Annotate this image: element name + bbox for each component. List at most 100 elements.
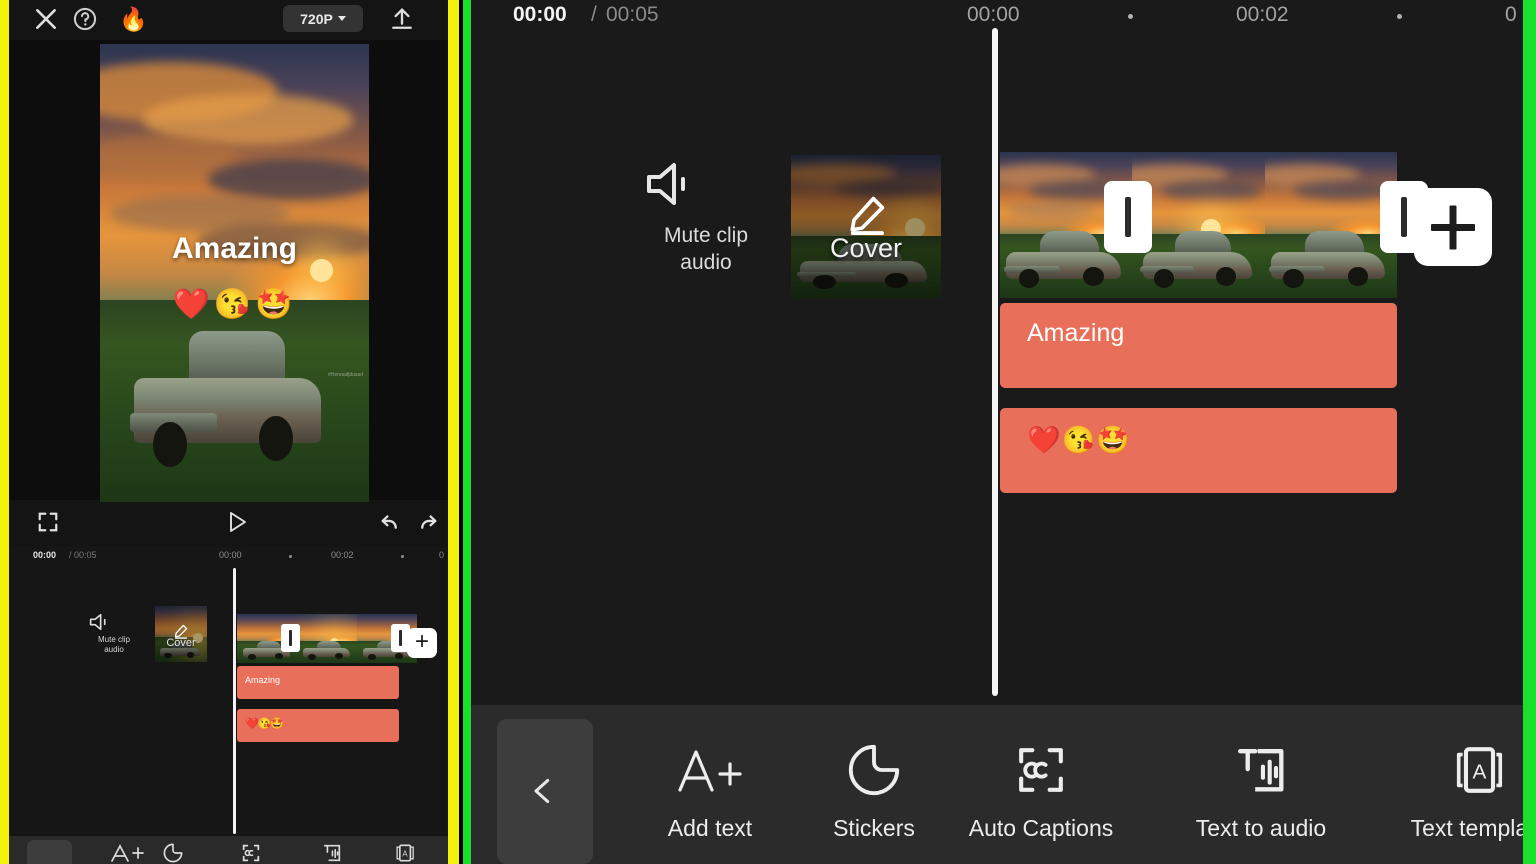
total-duration: 00:05 xyxy=(606,3,659,26)
preview-watermark-small: #Heresafjdusarl xyxy=(327,372,363,379)
mirror-timeline[interactable]: 00:00 / 00:05 00:00 00:02 0 Mute clip au… xyxy=(9,546,448,834)
mirror-emoji-clip-label: ❤️😘🤩 xyxy=(245,718,284,730)
mirror-tick-2: 00:02 xyxy=(331,550,354,560)
mute-label-line-1: Mute clip xyxy=(663,224,749,247)
help-circle-icon[interactable] xyxy=(72,6,98,32)
trim-handle-left[interactable] xyxy=(1104,181,1152,253)
cover-label: Cover xyxy=(829,233,903,263)
mirror-captions-icon[interactable] xyxy=(235,842,267,864)
mirror-preview-area: Amazing ❤️😘🤩 #Heresafjdusarl xyxy=(9,40,448,502)
mirror-text-clip[interactable]: Amazing xyxy=(237,666,399,699)
text-to-audio-icon xyxy=(1238,748,1284,792)
tool-label: Auto Captions xyxy=(968,815,1114,841)
emoji-clip-label: ❤️😘🤩 xyxy=(1027,425,1131,455)
preview-title-text-small: Amazing xyxy=(171,231,297,265)
video-frame-thumbnail xyxy=(1132,152,1265,298)
preview-emoji-row-small: ❤️😘🤩 xyxy=(172,287,297,321)
fullscreen-icon[interactable] xyxy=(37,511,59,533)
mirror-text-clip-label: Amazing xyxy=(245,675,281,685)
speaker-icon xyxy=(647,163,685,205)
mirror-mute-label-1: Mute clip xyxy=(97,635,130,644)
mirror-player-controls xyxy=(9,503,448,541)
ruler-tick-2: 00:02 xyxy=(1236,3,1289,26)
mirror-text-template-icon[interactable]: A xyxy=(389,842,421,864)
time-separator: / xyxy=(591,3,597,26)
video-track[interactable] xyxy=(1000,152,1397,298)
video-preview-small[interactable]: Amazing ❤️😘🤩 #Heresafjdusarl xyxy=(100,44,369,502)
mirror-total-duration: / 00:05 xyxy=(69,550,97,560)
mirror-cover-label: Cover xyxy=(166,637,196,649)
redo-icon[interactable] xyxy=(416,510,441,535)
mirror-trim-handle-left[interactable] xyxy=(281,624,300,652)
chevron-down-icon xyxy=(337,16,346,21)
mirror-tick-0: 00:00 xyxy=(219,550,242,560)
resolution-selector[interactable]: 720P xyxy=(283,5,363,32)
resolution-label: 720P xyxy=(300,10,333,27)
right-panel-highlight-border xyxy=(1523,0,1536,864)
device-mirror-panel: 🔥 720P Amazing ❤️😘🤩 #Heresafjdusarl 00:0… xyxy=(9,0,448,864)
mirror-tick-dot-2 xyxy=(401,555,404,558)
upload-icon[interactable] xyxy=(387,5,417,33)
current-time: 00:00 xyxy=(513,3,567,26)
tool-text-template[interactable]: A Text template xyxy=(1369,741,1523,842)
chevron-left-icon xyxy=(534,778,550,804)
bottom-toolbar: Add text Stickers Auto Captions Text to … xyxy=(471,705,1523,864)
screenshot-root: 🔥 720P Amazing ❤️😘🤩 #Heresafjdusarl 00:0… xyxy=(0,0,1536,864)
left-panel-highlight-border xyxy=(0,0,9,864)
close-icon[interactable] xyxy=(33,6,59,32)
playhead[interactable] xyxy=(992,28,998,696)
undo-icon[interactable] xyxy=(377,510,402,535)
left-panel-highlight-border xyxy=(448,0,459,864)
mirror-current-time: 00:00 xyxy=(33,550,57,560)
mirror-back-button[interactable] xyxy=(27,840,72,864)
emoji-clip-track[interactable]: ❤️😘🤩 xyxy=(1000,408,1397,493)
ruler-tick-dot-1 xyxy=(1128,14,1133,19)
add-clip-button[interactable] xyxy=(1414,188,1492,266)
captions-icon xyxy=(1019,748,1063,792)
tool-label: Text template xyxy=(1410,815,1523,841)
mirror-sticker-icon[interactable] xyxy=(157,842,189,864)
text-clip-label: Amazing xyxy=(1027,319,1125,347)
main-editor-panel: 00:00 / 00:05 00:00 00:02 0 Mute clip au… xyxy=(471,0,1523,864)
back-button[interactable] xyxy=(497,719,593,864)
timeline-ruler[interactable]: 00:00 / 00:05 00:00 00:02 0 xyxy=(471,0,1523,30)
add-text-icon xyxy=(678,750,742,792)
right-panel-highlight-border xyxy=(463,0,471,864)
ruler-tick-dot-2 xyxy=(1397,14,1402,19)
ruler-tick-4: 0 xyxy=(1505,3,1517,26)
tool-add-text[interactable]: Add text xyxy=(625,741,795,842)
tool-auto-captions[interactable]: Auto Captions xyxy=(931,741,1151,842)
text-template-icon: A xyxy=(1456,747,1503,793)
svg-text:A: A xyxy=(1473,761,1487,784)
tool-label: Stickers xyxy=(833,815,915,841)
mirror-header: 🔥 720P xyxy=(9,0,448,38)
mirror-playhead[interactable] xyxy=(233,568,236,834)
mirror-tick-dot-1 xyxy=(289,555,292,558)
tool-text-to-audio[interactable]: Text to audio xyxy=(1151,741,1371,842)
ruler-tick-0: 00:00 xyxy=(967,3,1020,26)
play-icon[interactable] xyxy=(225,509,249,535)
mirror-bottom-toolbar: A xyxy=(9,836,448,864)
mirror-cover-button[interactable]: Cover xyxy=(155,606,207,662)
mute-label-line-2: audio xyxy=(680,251,732,274)
sticker-icon xyxy=(848,744,900,796)
video-frame-thumbnail xyxy=(1264,152,1397,298)
cover-button[interactable]: Cover xyxy=(791,155,941,299)
mirror-tick-4: 0 xyxy=(439,550,445,560)
tool-label: Text to audio xyxy=(1195,815,1327,841)
mirror-mute-clip-audio-button[interactable]: Mute clip audio xyxy=(87,612,141,655)
text-clip-track[interactable]: Amazing xyxy=(1000,303,1397,388)
mirror-text-to-audio-icon[interactable] xyxy=(316,842,348,864)
flame-icon[interactable]: 🔥 xyxy=(119,5,148,33)
mirror-timeline-ruler: 00:00 / 00:05 00:00 00:02 0 xyxy=(9,546,448,566)
mirror-add-text-icon[interactable] xyxy=(104,842,148,864)
svg-text:A: A xyxy=(402,849,408,858)
mirror-mute-label-2: audio xyxy=(104,645,124,654)
pencil-icon xyxy=(850,196,885,235)
tool-label: Add text xyxy=(667,815,753,841)
speaker-icon xyxy=(89,613,106,631)
mirror-add-clip-button[interactable]: + xyxy=(407,628,437,658)
mirror-emoji-clip[interactable]: ❤️😘🤩 xyxy=(237,709,399,742)
mirror-video-frame xyxy=(297,614,357,663)
mute-clip-audio-button[interactable]: Mute clip audio xyxy=(641,160,771,276)
